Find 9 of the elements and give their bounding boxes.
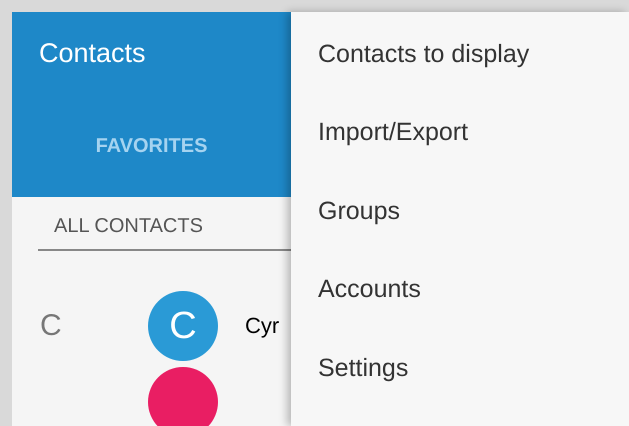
menu-item[interactable]: Settings [291,348,629,426]
section-letter: C [39,309,63,343]
menu-item[interactable]: Import/Export [291,112,629,191]
menu-item[interactable]: Groups [291,190,629,270]
app-title: Contacts [39,37,146,70]
contact-name: Cyr [245,312,280,340]
avatar-initial: C [169,306,197,346]
menu-item[interactable]: Accounts [291,269,629,348]
menu-item[interactable]: Contacts to display [291,34,629,112]
